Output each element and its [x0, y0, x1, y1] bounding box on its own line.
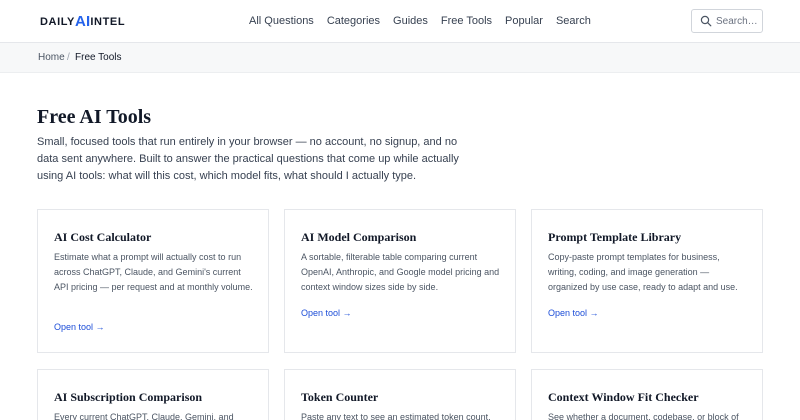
tool-card-model-comparison[interactable]: AI Model Comparison A sortable, filterab… [284, 209, 516, 353]
tool-card-description: See whether a document, codebase, or blo… [548, 412, 739, 420]
breadcrumb-current: Free Tools [75, 52, 122, 63]
main-nav: All Questions Categories Guides Free Tools P… [249, 15, 604, 27]
page-title: Free AI Tools [37, 106, 152, 128]
breadcrumb-separator: / [67, 52, 70, 63]
tool-card-cost-calculator[interactable]: AI Cost Calculator Estimate what a promp… [37, 209, 269, 353]
tool-card-description: Paste any text to see an estimated token… [301, 412, 491, 420]
search-placeholder: Search… [716, 16, 758, 27]
tool-card-title: Prompt Template Library [548, 230, 682, 244]
tool-card-description: Copy-paste prompt templates for business… [548, 252, 738, 292]
tool-card-title: AI Subscription Comparison [54, 390, 203, 404]
tool-card-token-counter[interactable]: Token Counter Paste any text to see an e… [284, 369, 516, 420]
nav-guides[interactable]: Guides [393, 15, 428, 27]
open-tool-link[interactable]: Open tool → [54, 322, 105, 332]
tool-card-title: AI Model Comparison [301, 230, 417, 244]
open-tool-link[interactable]: Open tool → [301, 308, 352, 318]
site-logo[interactable]: DAILYAIINTEL [40, 12, 126, 30]
nav-popular[interactable]: Popular [505, 15, 543, 27]
nav-search[interactable]: Search [556, 15, 591, 27]
site-header: DAILYAIINTEL All Questions Categories Guid… [0, 0, 800, 43]
nav-all-questions[interactable]: All Questions [249, 15, 314, 27]
breadcrumb: Home / Free Tools [0, 43, 800, 73]
tool-card-subscription-comparison[interactable]: AI Subscription Comparison Every current… [37, 369, 269, 420]
logo-intel: INTEL [90, 16, 126, 28]
logo-ai: AI [75, 13, 91, 30]
tool-card-description: Estimate what a prompt will actually cos… [54, 252, 253, 292]
tool-card-title: Token Counter [301, 390, 379, 404]
logo-daily: DAILY [40, 16, 75, 28]
breadcrumb-home[interactable]: Home [38, 52, 65, 63]
tool-card-prompt-template-library[interactable]: Prompt Template Library Copy-paste promp… [531, 209, 763, 353]
nav-categories[interactable]: Categories [327, 15, 380, 27]
page-intro: Small, focused tools that run entirely i… [37, 136, 459, 182]
nav-free-tools[interactable]: Free Tools [441, 15, 492, 27]
tool-card-title: Context Window Fit Checker [548, 390, 699, 404]
tool-card-description: A sortable, filterable table comparing c… [301, 252, 500, 292]
search-box[interactable]: Search… [691, 9, 763, 33]
search-icon [700, 15, 712, 27]
tool-card-context-window-fit-checker[interactable]: Context Window Fit Checker See whether a… [531, 369, 763, 420]
tool-card-description: Every current ChatGPT, Claude, Gemini, a… [54, 412, 234, 420]
tool-card-title: AI Cost Calculator [54, 230, 152, 244]
open-tool-link[interactable]: Open tool → [548, 308, 599, 318]
